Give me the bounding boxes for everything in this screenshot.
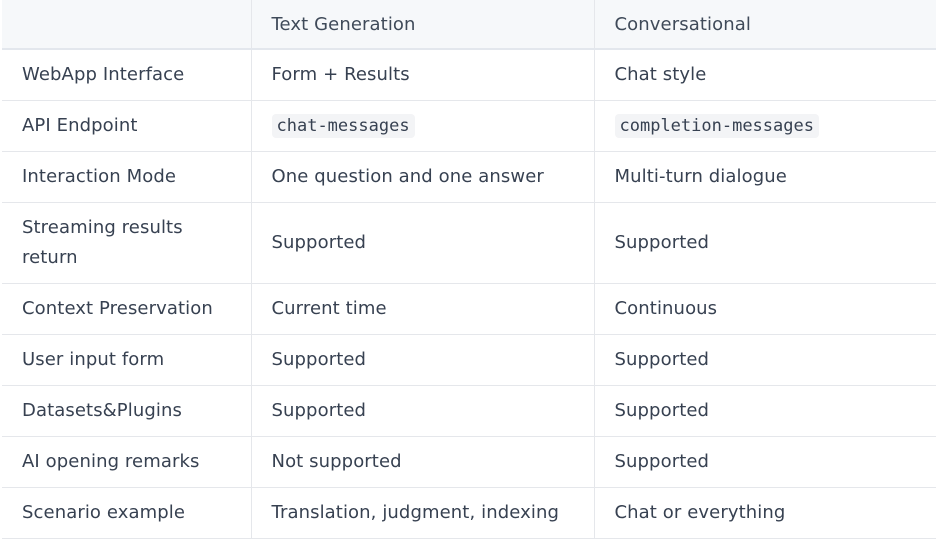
header-empty-cell bbox=[2, 0, 251, 50]
table-row: Context Preservation Current time Contin… bbox=[2, 283, 936, 335]
header-row: Text Generation Conversational bbox=[2, 0, 936, 50]
text-generation-cell: Current time bbox=[250, 283, 594, 335]
conversational-cell: Continuous bbox=[593, 283, 936, 335]
conversational-cell: Chat style bbox=[593, 49, 936, 101]
text-generation-cell: Form + Results bbox=[250, 49, 594, 101]
row-label: Scenario example bbox=[2, 487, 251, 539]
text-generation-cell: Supported bbox=[250, 202, 594, 284]
conversational-cell: Supported bbox=[593, 334, 936, 386]
header-text-generation: Text Generation bbox=[250, 0, 594, 50]
conversational-cell: Chat or everything bbox=[593, 487, 936, 539]
conversational-cell: Supported bbox=[593, 436, 936, 488]
conversational-cell: completion-messages bbox=[593, 100, 936, 152]
row-label: Context Preservation bbox=[2, 283, 251, 335]
table-header: Text Generation Conversational bbox=[2, 0, 936, 50]
table-body: WebApp Interface Form + Results Chat sty… bbox=[2, 49, 936, 539]
text-generation-cell: One question and one answer bbox=[250, 151, 594, 203]
row-label: User input form bbox=[2, 334, 251, 386]
table-row: WebApp Interface Form + Results Chat sty… bbox=[2, 49, 936, 101]
inline-code: chat-messages bbox=[271, 114, 415, 138]
conversational-cell: Multi-turn dialogue bbox=[593, 151, 936, 203]
row-label: Streaming results return bbox=[2, 202, 251, 284]
text-generation-cell: Not supported bbox=[250, 436, 594, 488]
text-generation-cell: chat-messages bbox=[250, 100, 594, 152]
row-label: Interaction Mode bbox=[2, 151, 251, 203]
text-generation-cell: Supported bbox=[250, 334, 594, 386]
row-label: API Endpoint bbox=[2, 100, 251, 152]
table-row: Datasets&Plugins Supported Supported bbox=[2, 385, 936, 437]
table-row: API Endpoint chat-messages completion-me… bbox=[2, 100, 936, 152]
inline-code: completion-messages bbox=[614, 114, 819, 138]
conversational-cell: Supported bbox=[593, 385, 936, 437]
comparison-document: Text Generation Conversational WebApp In… bbox=[0, 0, 946, 548]
row-label: WebApp Interface bbox=[2, 49, 251, 101]
text-generation-cell: Translation, judgment, indexing bbox=[250, 487, 594, 539]
comparison-table: Text Generation Conversational WebApp In… bbox=[2, 0, 936, 539]
table-row: Streaming results return Supported Suppo… bbox=[2, 202, 936, 284]
text-generation-cell: Supported bbox=[250, 385, 594, 437]
table-row: Scenario example Translation, judgment, … bbox=[2, 487, 936, 539]
conversational-cell: Supported bbox=[593, 202, 936, 284]
table-row: Interaction Mode One question and one an… bbox=[2, 151, 936, 203]
header-conversational: Conversational bbox=[593, 0, 936, 50]
table-row: User input form Supported Supported bbox=[2, 334, 936, 386]
row-label: AI opening remarks bbox=[2, 436, 251, 488]
row-label: Datasets&Plugins bbox=[2, 385, 251, 437]
table-row: AI opening remarks Not supported Support… bbox=[2, 436, 936, 488]
